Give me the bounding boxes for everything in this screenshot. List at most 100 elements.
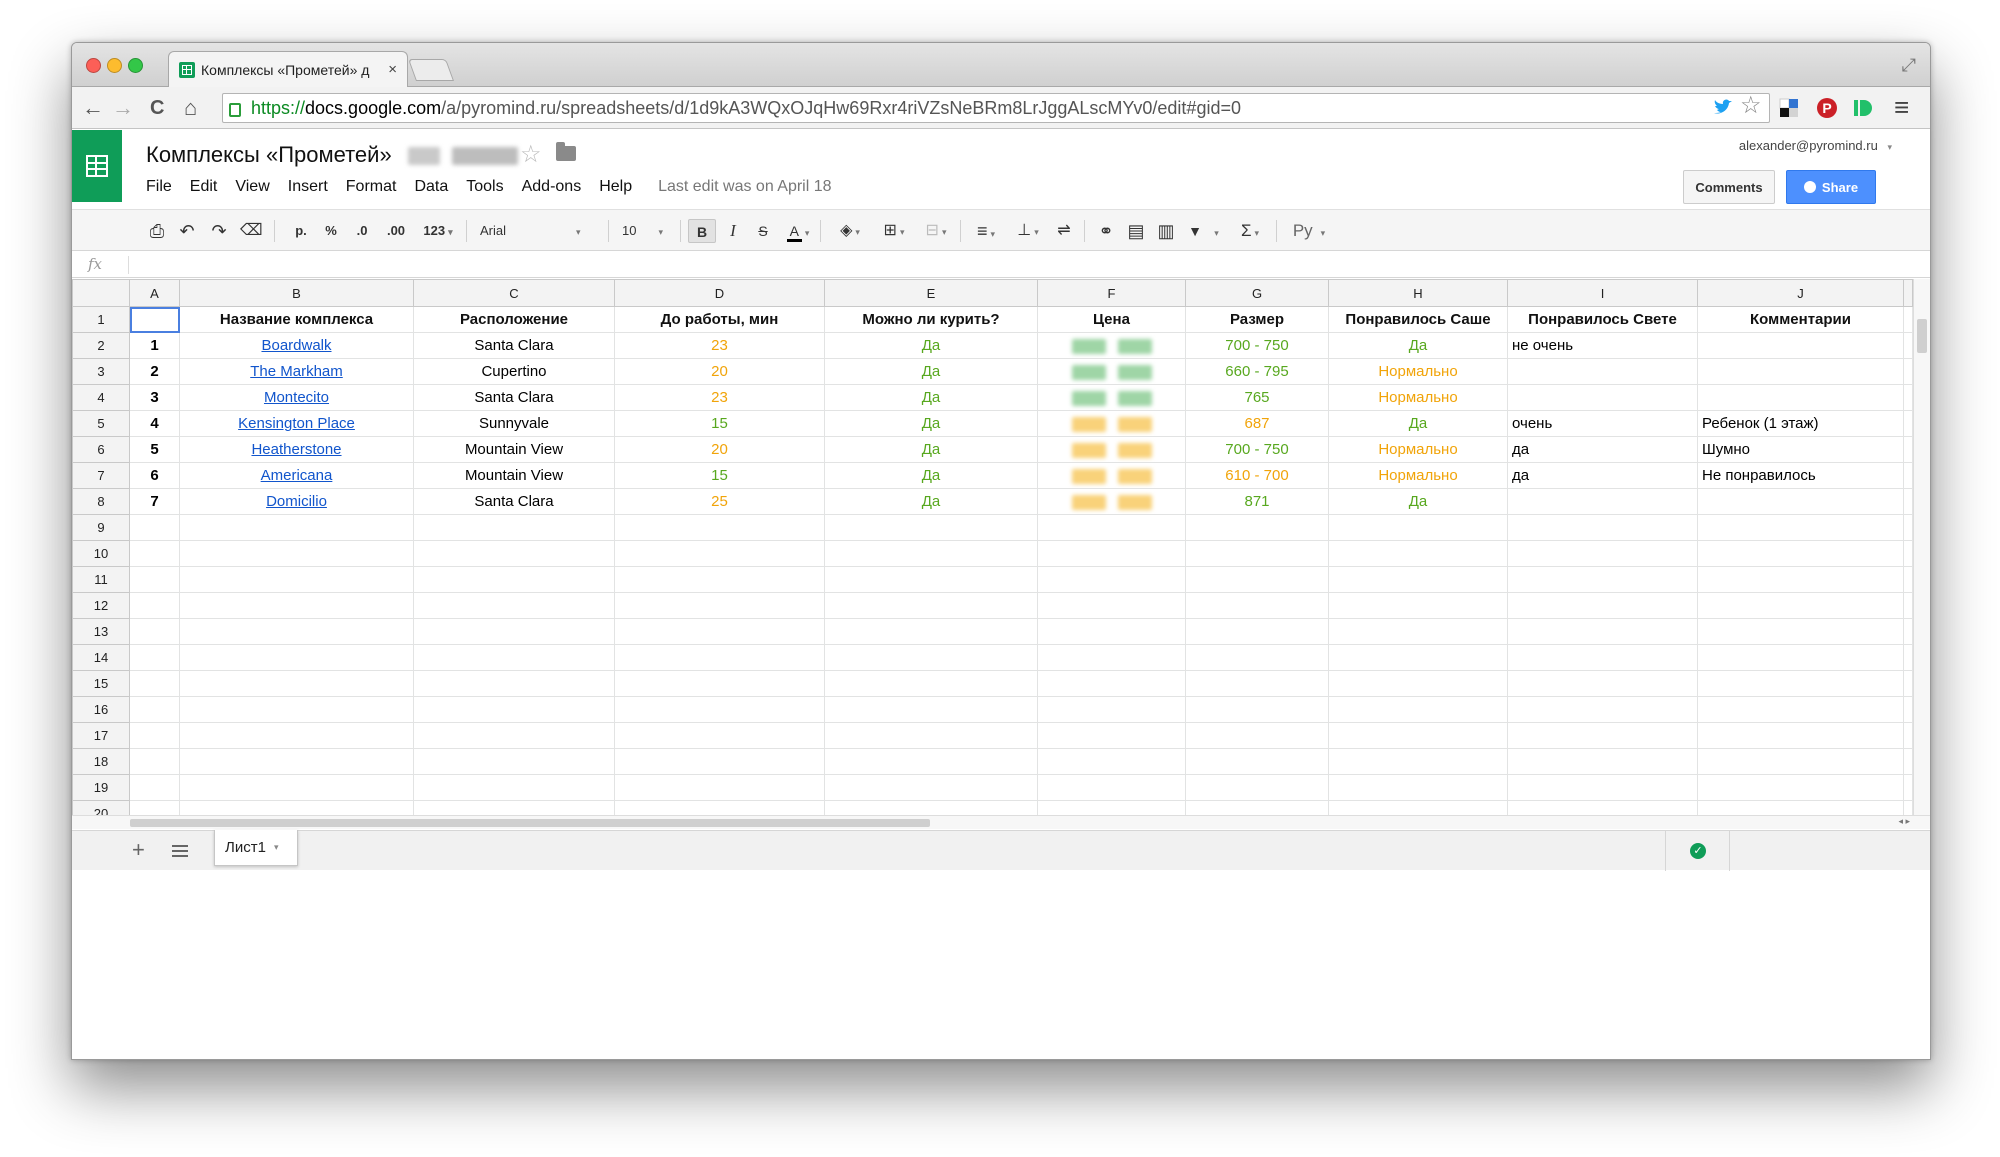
cell-comment[interactable] xyxy=(1697,488,1904,515)
empty-cell[interactable] xyxy=(1507,540,1698,567)
empty-cell[interactable] xyxy=(824,566,1038,593)
fullscreen-icon[interactable]: ⤢ xyxy=(1902,55,1916,76)
cell-comment[interactable]: Ребенок (1 этаж) xyxy=(1697,410,1904,437)
cell-location[interactable]: Mountain View xyxy=(413,436,615,463)
cell-sasha[interactable]: Да xyxy=(1328,332,1508,359)
last-edit-link[interactable]: Last edit was on April 18 xyxy=(658,178,831,196)
empty-cell[interactable] xyxy=(129,748,180,775)
cell-smoking[interactable]: Да xyxy=(824,488,1038,515)
cell-sveta[interactable]: да xyxy=(1507,436,1698,463)
header-cell[interactable] xyxy=(129,306,180,333)
cell-comment[interactable] xyxy=(1697,358,1904,385)
tab-close-icon[interactable]: × xyxy=(388,61,397,78)
font-family-select[interactable]: Arial ▾ xyxy=(480,219,600,243)
increase-decimal-button[interactable]: .00 xyxy=(382,219,410,243)
cell-sasha[interactable]: Нормально xyxy=(1328,436,1508,463)
empty-cell[interactable] xyxy=(1903,670,1913,697)
cell-sveta[interactable] xyxy=(1507,358,1698,385)
empty-cell[interactable] xyxy=(824,748,1038,775)
cell-sasha[interactable]: Да xyxy=(1328,488,1508,515)
row-header[interactable]: 19 xyxy=(72,774,130,801)
empty-cell[interactable] xyxy=(1903,358,1913,385)
empty-cell[interactable] xyxy=(614,618,825,645)
row-header[interactable]: 5 xyxy=(72,410,130,437)
empty-cell[interactable] xyxy=(1903,800,1913,815)
scroll-arrows-icon[interactable]: ◂ ▸ xyxy=(1898,816,1910,827)
empty-cell[interactable] xyxy=(1507,670,1698,697)
row-header[interactable]: 16 xyxy=(72,696,130,723)
italic-button[interactable]: I xyxy=(722,219,744,243)
minimize-window-button[interactable] xyxy=(107,58,122,73)
empty-cell[interactable] xyxy=(179,748,414,775)
menu-edit[interactable]: Edit xyxy=(190,178,218,196)
cell-size[interactable]: 700 - 750 xyxy=(1185,436,1329,463)
sheet-tab-list1[interactable]: Лист1 ▾ xyxy=(214,830,298,866)
empty-cell[interactable] xyxy=(1185,514,1329,541)
cell-sveta[interactable]: да xyxy=(1507,462,1698,489)
empty-cell[interactable] xyxy=(1185,592,1329,619)
row-header[interactable]: 11 xyxy=(72,566,130,593)
filter-icon[interactable]: ▼ xyxy=(1184,219,1206,243)
header-cell[interactable]: Расположение xyxy=(413,306,615,333)
row-header[interactable]: 15 xyxy=(72,670,130,697)
header-cell[interactable]: Размер xyxy=(1185,306,1329,333)
row-header[interactable]: 10 xyxy=(72,540,130,567)
cell-sveta[interactable]: очень xyxy=(1507,410,1698,437)
empty-cell[interactable] xyxy=(179,696,414,723)
empty-cell[interactable] xyxy=(1697,540,1904,567)
row-header[interactable]: 2 xyxy=(72,332,130,359)
empty-cell[interactable] xyxy=(1507,514,1698,541)
menu-help[interactable]: Help xyxy=(599,178,632,196)
cell-smoking[interactable]: Да xyxy=(824,384,1038,411)
column-header[interactable]: B xyxy=(179,279,414,307)
empty-cell[interactable] xyxy=(1903,618,1913,645)
empty-cell[interactable] xyxy=(129,722,180,749)
header-cell[interactable]: Понравилось Саше xyxy=(1328,306,1508,333)
cell-smoking[interactable]: Да xyxy=(824,358,1038,385)
folder-icon[interactable] xyxy=(556,142,576,161)
cell-commute[interactable]: 23 xyxy=(614,332,825,359)
redo-icon[interactable]: ↷ xyxy=(208,219,230,243)
empty-cell[interactable] xyxy=(824,670,1038,697)
cell-location[interactable]: Santa Clara xyxy=(413,332,615,359)
empty-cell[interactable] xyxy=(1903,462,1913,489)
empty-cell[interactable] xyxy=(1903,696,1913,723)
empty-cell[interactable] xyxy=(1037,540,1186,567)
header-cell[interactable]: Название комплекса xyxy=(179,306,414,333)
insert-comment-icon[interactable]: ▤ xyxy=(1124,219,1148,243)
column-header[interactable] xyxy=(1903,279,1913,307)
font-size-select[interactable]: 10 ▾ xyxy=(616,219,674,243)
row-header[interactable]: 4 xyxy=(72,384,130,411)
instapaper-extension-icon[interactable] xyxy=(1852,97,1874,119)
cell-size[interactable]: 765 xyxy=(1185,384,1329,411)
text-wrap-button[interactable]: ⇌ xyxy=(1052,219,1076,243)
empty-cell[interactable] xyxy=(1903,722,1913,749)
row-header[interactable]: 8 xyxy=(72,488,130,515)
cell-sasha[interactable]: Нормально xyxy=(1328,462,1508,489)
row-header[interactable]: 9 xyxy=(72,514,130,541)
cell-sveta[interactable]: не очень xyxy=(1507,332,1698,359)
insert-link-icon[interactable]: ⚭ xyxy=(1094,219,1118,243)
decrease-decimal-button[interactable]: .0 xyxy=(350,219,374,243)
empty-cell[interactable] xyxy=(1037,514,1186,541)
empty-cell[interactable] xyxy=(1697,618,1904,645)
empty-cell[interactable] xyxy=(1903,644,1913,671)
empty-cell[interactable] xyxy=(1507,618,1698,645)
forward-arrow-icon[interactable]: → xyxy=(112,94,134,122)
text-color-button[interactable]: A ▾ xyxy=(782,219,814,243)
empty-cell[interactable] xyxy=(1037,618,1186,645)
empty-cell[interactable] xyxy=(1037,696,1186,723)
empty-cell[interactable] xyxy=(1185,722,1329,749)
empty-cell[interactable] xyxy=(179,514,414,541)
cell-commute[interactable]: 20 xyxy=(614,358,825,385)
row-header[interactable]: 20 xyxy=(72,800,130,815)
row-header[interactable]: 12 xyxy=(72,592,130,619)
cell-size[interactable]: 700 - 750 xyxy=(1185,332,1329,359)
empty-cell[interactable] xyxy=(614,696,825,723)
empty-cell[interactable] xyxy=(413,696,615,723)
empty-cell[interactable] xyxy=(413,566,615,593)
column-header[interactable]: E xyxy=(824,279,1038,307)
empty-cell[interactable] xyxy=(413,592,615,619)
empty-cell[interactable] xyxy=(179,540,414,567)
menu-data[interactable]: Data xyxy=(414,178,448,196)
